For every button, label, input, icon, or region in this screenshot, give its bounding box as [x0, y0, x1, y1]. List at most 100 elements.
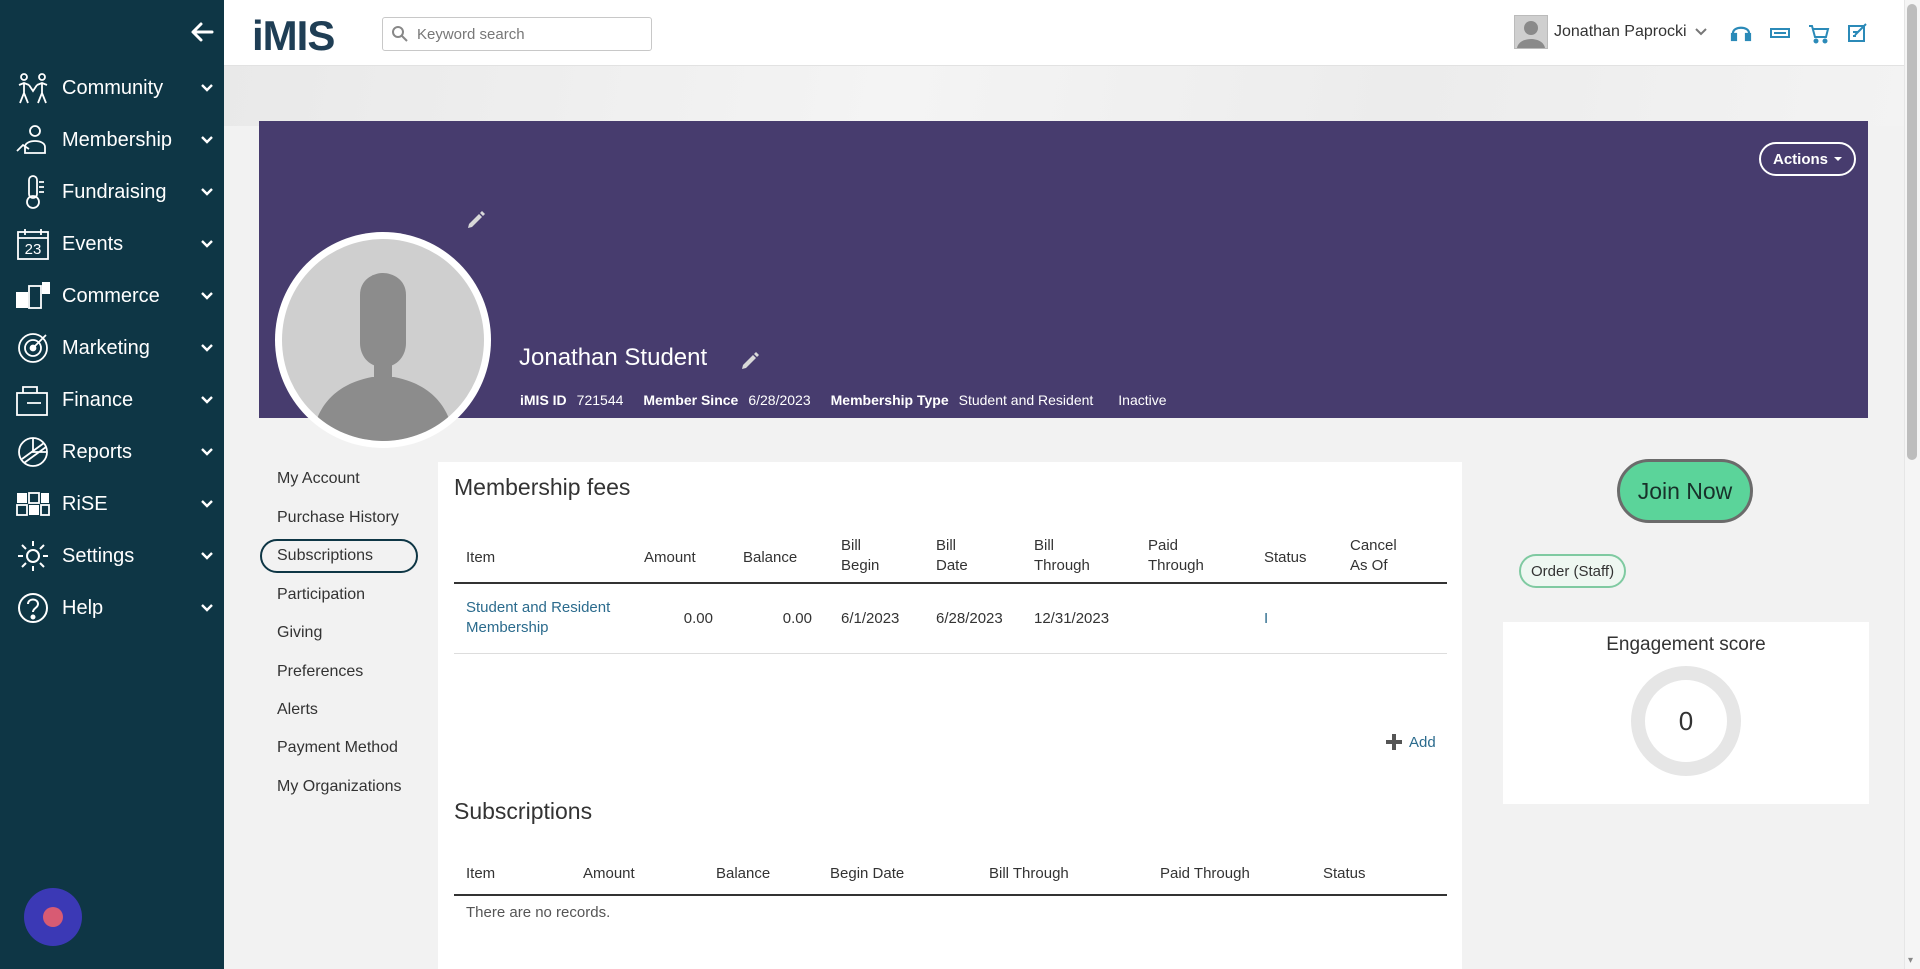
sidebar-item-label: Help: [62, 596, 104, 619]
chat-dot-icon: [43, 907, 63, 927]
chevron-down-icon: [201, 240, 213, 248]
page-scrollbar[interactable]: ▾: [1904, 0, 1920, 969]
row-status-link[interactable]: I: [1264, 609, 1268, 629]
calendar-icon: 23: [8, 224, 58, 264]
sidebar-item-rise[interactable]: RiSE: [0, 478, 224, 530]
scroll-down-arrow-icon[interactable]: ▾: [1908, 956, 1916, 966]
col-paid-through: Paid Through: [1160, 865, 1250, 882]
user-menu[interactable]: Jonathan Paprocki: [1514, 15, 1707, 49]
profile-nav-preferences[interactable]: Preferences: [260, 655, 418, 689]
col-amount: Amount: [644, 549, 696, 566]
chevron-down-icon: [201, 552, 213, 560]
profile-nav-purchase-history[interactable]: Purchase History: [260, 501, 418, 535]
keyword-search: [382, 17, 652, 51]
main-sidebar: Community Membership Fundraising 23 Even…: [0, 0, 224, 969]
profile-meta: iMIS ID 721544 Member Since 6/28/2023 Me…: [520, 392, 1187, 408]
table-header: Item Amount Balance Bill Begin Bill Date B…: [454, 532, 1447, 584]
col-amount: Amount: [583, 865, 635, 882]
add-membership-fee-button[interactable]: Add: [1385, 733, 1436, 751]
row-bill-begin: 6/1/2023: [841, 610, 900, 627]
col-item: Item: [466, 865, 496, 882]
col-bill-through: Bill Through: [1034, 537, 1090, 574]
sidebar-item-label: Fundraising: [62, 180, 167, 203]
profile-nav-my-organizations[interactable]: My Organizations: [260, 770, 418, 804]
profile-nav-payment-method[interactable]: Payment Method: [260, 731, 418, 765]
chevron-down-icon: [201, 500, 213, 508]
sidebar-item-settings[interactable]: Settings: [0, 530, 224, 582]
imis-id-value: 721544: [576, 392, 624, 408]
chat-assistant-button[interactable]: [24, 888, 82, 946]
engagement-score-panel: Engagement score 0: [1503, 622, 1869, 804]
no-records-message: There are no records.: [466, 904, 611, 921]
chevron-down-icon: [201, 604, 213, 612]
row-bill-date: 6/28/2023: [936, 610, 1003, 627]
add-label: Add: [1409, 733, 1436, 751]
sidebar-item-community[interactable]: Community: [0, 62, 224, 114]
col-begin-date: Begin Date: [830, 865, 905, 882]
cart-icon[interactable]: [1806, 20, 1832, 46]
sidebar-item-marketing[interactable]: Marketing: [0, 322, 224, 374]
sidebar-item-label: Finance: [62, 388, 134, 411]
member-since-label: Member Since: [643, 392, 739, 408]
caret-down-icon: [1834, 157, 1843, 161]
chevron-down-icon: [201, 396, 213, 404]
profile-banner: [259, 121, 1868, 418]
edit-photo-pencil-icon[interactable]: [466, 208, 488, 230]
scrollbar-thumb[interactable]: [1907, 4, 1917, 460]
membership-item-link[interactable]: Student and Resident Membership: [466, 598, 610, 638]
user-name: Jonathan Paprocki: [1554, 23, 1687, 40]
sidebar-item-label: Reports: [62, 440, 133, 463]
engagement-score-title: Engagement score: [1606, 634, 1766, 655]
table-row: Student and Resident Membership 0.00 0.00…: [454, 586, 1447, 654]
headset-icon[interactable]: [1728, 20, 1754, 46]
sidebar-item-finance[interactable]: Finance: [0, 374, 224, 426]
col-item: Item: [466, 549, 496, 566]
profile-nav-subscriptions[interactable]: Subscriptions: [260, 539, 418, 573]
content-card: Membership fees Item Amount Balance Bill…: [438, 462, 1462, 969]
chevron-down-icon: [201, 84, 213, 92]
member-status: Inactive: [1118, 392, 1167, 408]
profile-nav-giving[interactable]: Giving: [260, 616, 418, 650]
top-bar: iMIS Jonathan Paprocki: [224, 0, 1904, 66]
imis-logo[interactable]: iMIS: [252, 12, 335, 60]
search-input[interactable]: [417, 25, 637, 43]
sidebar-item-membership[interactable]: Membership: [0, 114, 224, 166]
engagement-score-gauge: 0: [1631, 666, 1741, 776]
sidebar-item-help[interactable]: Help: [0, 582, 224, 634]
edit-name-pencil-icon[interactable]: [740, 349, 762, 371]
sidebar-item-label: RiSE: [62, 492, 108, 515]
col-bill-through: Bill Through: [989, 865, 1069, 882]
col-bill-date: Bill Date: [936, 537, 968, 574]
col-balance: Balance: [716, 865, 771, 882]
chevron-down-icon: [201, 448, 213, 456]
sidebar-item-label: Events: [62, 232, 124, 255]
puzzle-icon: [8, 484, 58, 524]
actions-dropdown-button[interactable]: Actions: [1759, 142, 1857, 176]
help-icon: [8, 588, 58, 628]
join-now-button[interactable]: Join Now: [1617, 459, 1753, 523]
profile-nav-alerts[interactable]: Alerts: [260, 693, 418, 727]
col-status: Status: [1264, 549, 1307, 566]
profile-name: Jonathan Student: [519, 344, 708, 371]
order-staff-button[interactable]: Order (Staff): [1519, 554, 1627, 588]
col-bill-begin: Bill Begin: [841, 537, 880, 574]
target-icon: [8, 328, 58, 368]
community-icon: [8, 68, 58, 108]
row-bill-through: 12/31/2023: [1034, 610, 1110, 627]
chevron-down-icon: [1694, 28, 1707, 36]
sidebar-item-label: Community: [62, 76, 164, 99]
sidebar-item-commerce[interactable]: Commerce: [0, 270, 224, 322]
collapse-sidebar-arrow-icon[interactable]: [186, 16, 218, 48]
profile-nav-my-account[interactable]: My Account: [260, 462, 418, 496]
id-card-icon[interactable]: [1767, 20, 1793, 46]
search-icon[interactable]: [383, 17, 417, 51]
sidebar-item-events[interactable]: 23 Events: [0, 218, 224, 270]
sidebar-item-fundraising[interactable]: Fundraising: [0, 166, 224, 218]
edit-form-icon[interactable]: [1845, 20, 1871, 46]
membership-fees-title: Membership fees: [454, 474, 631, 500]
sidebar-item-reports[interactable]: Reports: [0, 426, 224, 478]
membership-type-label: Membership Type: [830, 392, 949, 408]
member-since-value: 6/28/2023: [748, 392, 811, 408]
profile-nav-participation[interactable]: Participation: [260, 578, 418, 612]
finance-icon: [8, 380, 58, 420]
